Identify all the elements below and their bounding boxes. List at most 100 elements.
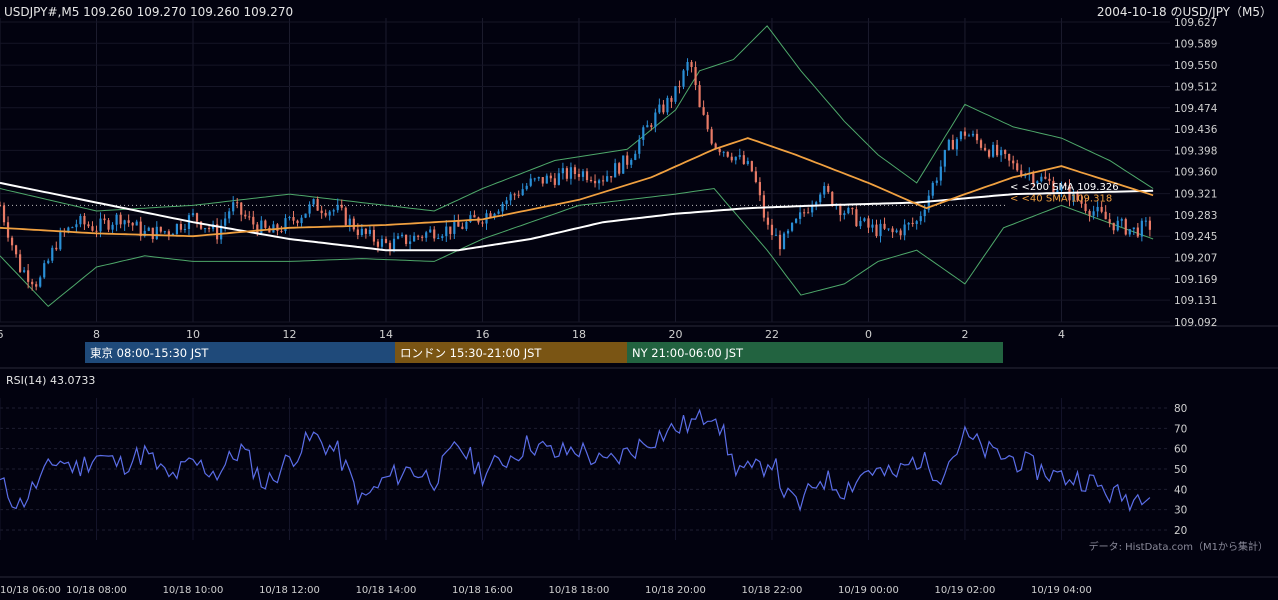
candle-body xyxy=(1004,150,1007,154)
candle-body xyxy=(107,220,110,230)
time-tick-label: 10/18 10:00 xyxy=(163,585,224,596)
candle-body xyxy=(770,224,774,236)
candle-body xyxy=(951,139,954,150)
sma-label: < <200 SMA 109.326 xyxy=(1010,182,1119,193)
candle-body xyxy=(461,226,464,229)
candle-body xyxy=(1044,176,1047,179)
candle-body xyxy=(553,178,556,185)
candle-body xyxy=(292,217,295,221)
candle-body xyxy=(513,194,516,196)
candle-body xyxy=(987,150,991,157)
candle-body xyxy=(738,155,741,157)
candle-body xyxy=(919,216,922,222)
candle-body xyxy=(1016,163,1019,171)
candle-body xyxy=(304,213,307,218)
candle-body xyxy=(766,217,770,225)
candle-body xyxy=(730,156,733,161)
price-tick-label: 109.398 xyxy=(1174,145,1217,157)
candle-body xyxy=(31,281,34,285)
candle-body xyxy=(618,163,621,174)
time-tick-label: 10/18 12:00 xyxy=(259,585,320,596)
candle-body xyxy=(871,224,874,228)
candle-body xyxy=(135,221,138,226)
candle-body xyxy=(340,204,343,208)
candle-body xyxy=(750,161,753,172)
candle-body xyxy=(409,241,412,244)
candle-body xyxy=(996,144,999,156)
candle-body xyxy=(915,221,918,224)
candle-body xyxy=(95,230,98,232)
candle-body xyxy=(23,270,26,272)
candle-body xyxy=(159,226,162,232)
candle-body xyxy=(891,228,894,233)
candle-body xyxy=(505,200,508,204)
candle-body xyxy=(758,182,761,196)
candle-body xyxy=(557,173,560,185)
candle-body xyxy=(529,178,532,186)
candle-body xyxy=(59,230,62,250)
candle-body xyxy=(895,230,898,233)
candle-body xyxy=(537,177,540,179)
candle-body xyxy=(445,226,448,237)
price-tick-label: 109.283 xyxy=(1174,210,1217,222)
candle-body xyxy=(203,228,207,230)
candle-body xyxy=(87,224,90,227)
candle-body xyxy=(312,199,315,205)
candle-body xyxy=(1048,178,1051,181)
candle-body xyxy=(27,270,30,282)
candle-body xyxy=(597,180,601,184)
candle-body xyxy=(392,238,396,250)
rsi-tick-label: 50 xyxy=(1174,464,1187,476)
date-title: 2004-10-18 のUSD/JPY（M5） xyxy=(1097,5,1272,19)
candle-body xyxy=(163,231,166,233)
candle-body xyxy=(1088,211,1091,216)
price-tick-label: 109.474 xyxy=(1174,103,1218,115)
candle-body xyxy=(248,216,251,218)
candle-body xyxy=(638,139,641,154)
candle-body xyxy=(561,168,564,174)
candle-body xyxy=(179,223,183,230)
candle-body xyxy=(646,125,649,128)
candle-body xyxy=(328,211,331,216)
candle-body xyxy=(674,86,677,102)
time-tick-label: 10/18 18:00 xyxy=(549,585,610,596)
candle-body xyxy=(55,247,58,250)
price-tick-label: 109.245 xyxy=(1174,231,1217,243)
candle-body xyxy=(569,167,573,179)
hour-tick-label: 10 xyxy=(186,328,200,341)
candle-body xyxy=(525,185,528,190)
hour-tick-label: 22 xyxy=(765,328,779,341)
candle-body xyxy=(151,227,154,240)
candle-body xyxy=(899,230,902,236)
candle-body xyxy=(782,233,786,250)
candle-body xyxy=(380,238,384,247)
candle-body xyxy=(823,185,826,195)
candle-body xyxy=(742,155,745,164)
candle-body xyxy=(413,235,416,242)
candle-body xyxy=(799,212,802,219)
candle-body xyxy=(473,215,476,218)
candle-body xyxy=(191,213,195,216)
candle-body xyxy=(1132,227,1135,230)
rsi-tick-label: 70 xyxy=(1174,423,1187,435)
candle-body xyxy=(1144,220,1147,222)
candle-body xyxy=(601,180,605,182)
price-tick-label: 109.207 xyxy=(1174,253,1217,265)
candle-body xyxy=(794,218,798,223)
session-label: ロンドン 15:30-21:00 JST xyxy=(400,346,542,360)
candle-body xyxy=(935,180,938,183)
candle-body xyxy=(803,212,806,214)
candle-body xyxy=(465,222,468,229)
candle-body xyxy=(39,277,42,287)
candle-body xyxy=(236,202,239,204)
candle-body xyxy=(320,210,323,214)
candle-body xyxy=(626,155,629,165)
data-source-note: データ: HistData.com（M1から集計） xyxy=(1089,540,1268,553)
session-bars: 東京 08:00-15:30 JST ロンドン 15:30-21:00 JST NY… xyxy=(85,342,1003,363)
hour-tick-label: 4 xyxy=(1058,328,1065,341)
session-label: NY 21:00-06:00 JST xyxy=(632,346,744,360)
symbol-line: USDJPY#,M5 109.260 109.270 109.260 109.2… xyxy=(4,5,293,19)
price-tick-label: 109.512 xyxy=(1174,81,1217,93)
candle-body xyxy=(939,166,942,181)
candle-body xyxy=(722,151,725,153)
